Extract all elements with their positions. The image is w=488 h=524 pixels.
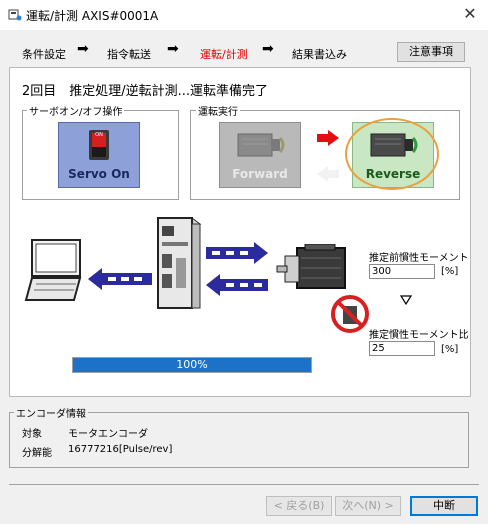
footer-divider [9,484,479,485]
encoder-group [9,412,469,468]
arrow-left-blue-icon [206,274,268,296]
close-button[interactable]: ✕ [458,4,482,24]
motor-forward-icon [237,133,285,157]
white-arrow-left-icon [317,166,339,182]
motor-icon [276,244,346,289]
forward-label: Forward [232,167,288,181]
servo-pack-icon [156,217,202,309]
encoder-group-title: エンコーダ情報 [14,405,88,420]
inertia-ratio-unit: [%] [441,344,459,355]
status-text: 2回目 推定処理/逆転計測...運転準備完了 [22,84,269,99]
no-load-icon [331,295,369,333]
app-icon [8,9,22,21]
motor-reverse-icon [370,133,418,157]
step-arrow-icon: ➡ [77,41,89,57]
progress-bar: 100% [72,357,312,373]
run-group-title: 運転実行 [196,103,240,118]
inertia-before-label: 推定前慣性モーメント [369,253,469,264]
inertia-before-field: 300 [369,264,435,279]
switch-on-label: ON [95,132,103,138]
servo-on-label: Servo On [68,167,130,181]
step-write-result: 結果書込み [292,48,347,61]
inertia-ratio-field: 25 [369,341,435,356]
step-arrow-icon: ➡ [262,41,274,57]
arrow-right-blue-icon [206,242,268,264]
encoder-target-label: 対象 [22,429,42,440]
back-button[interactable]: < 戻る(B) [266,496,332,516]
step-arrow-icon: ➡ [167,41,179,57]
step-command-transfer: 指令転送 [107,48,151,61]
red-arrow-right-icon [317,130,339,146]
inertia-ratio-label: 推定慣性モーメント比 [369,330,469,341]
reverse-label: Reverse [365,167,421,181]
servo-group-title: サーボオン/オフ操作 [27,103,125,118]
notes-button[interactable]: 注意事項 [397,42,465,62]
encoder-target-value: モータエンコーダ [68,429,148,440]
progress-text: 100% [176,358,208,371]
servo-on-button[interactable]: ON Servo On [58,122,140,188]
abort-button[interactable]: 中断 [410,496,478,516]
inertia-before-unit: [%] [441,266,459,277]
reverse-button[interactable]: Reverse [352,122,434,188]
forward-button[interactable]: Forward [219,122,301,188]
encoder-resolution-label: 分解能 [22,448,52,459]
arrow-left-blue-icon [88,268,152,290]
step-run-measure: 運転/計測 [200,48,248,61]
laptop-icon [24,239,82,301]
next-button[interactable]: 次へ(N) > [335,496,401,516]
step-condition-setting: 条件設定 [22,48,66,61]
window-title: 運転/計測 AXIS#0001A [26,9,159,23]
down-triangle-icon [400,295,412,305]
encoder-resolution-value: 16777216[Pulse/rev] [68,444,173,455]
